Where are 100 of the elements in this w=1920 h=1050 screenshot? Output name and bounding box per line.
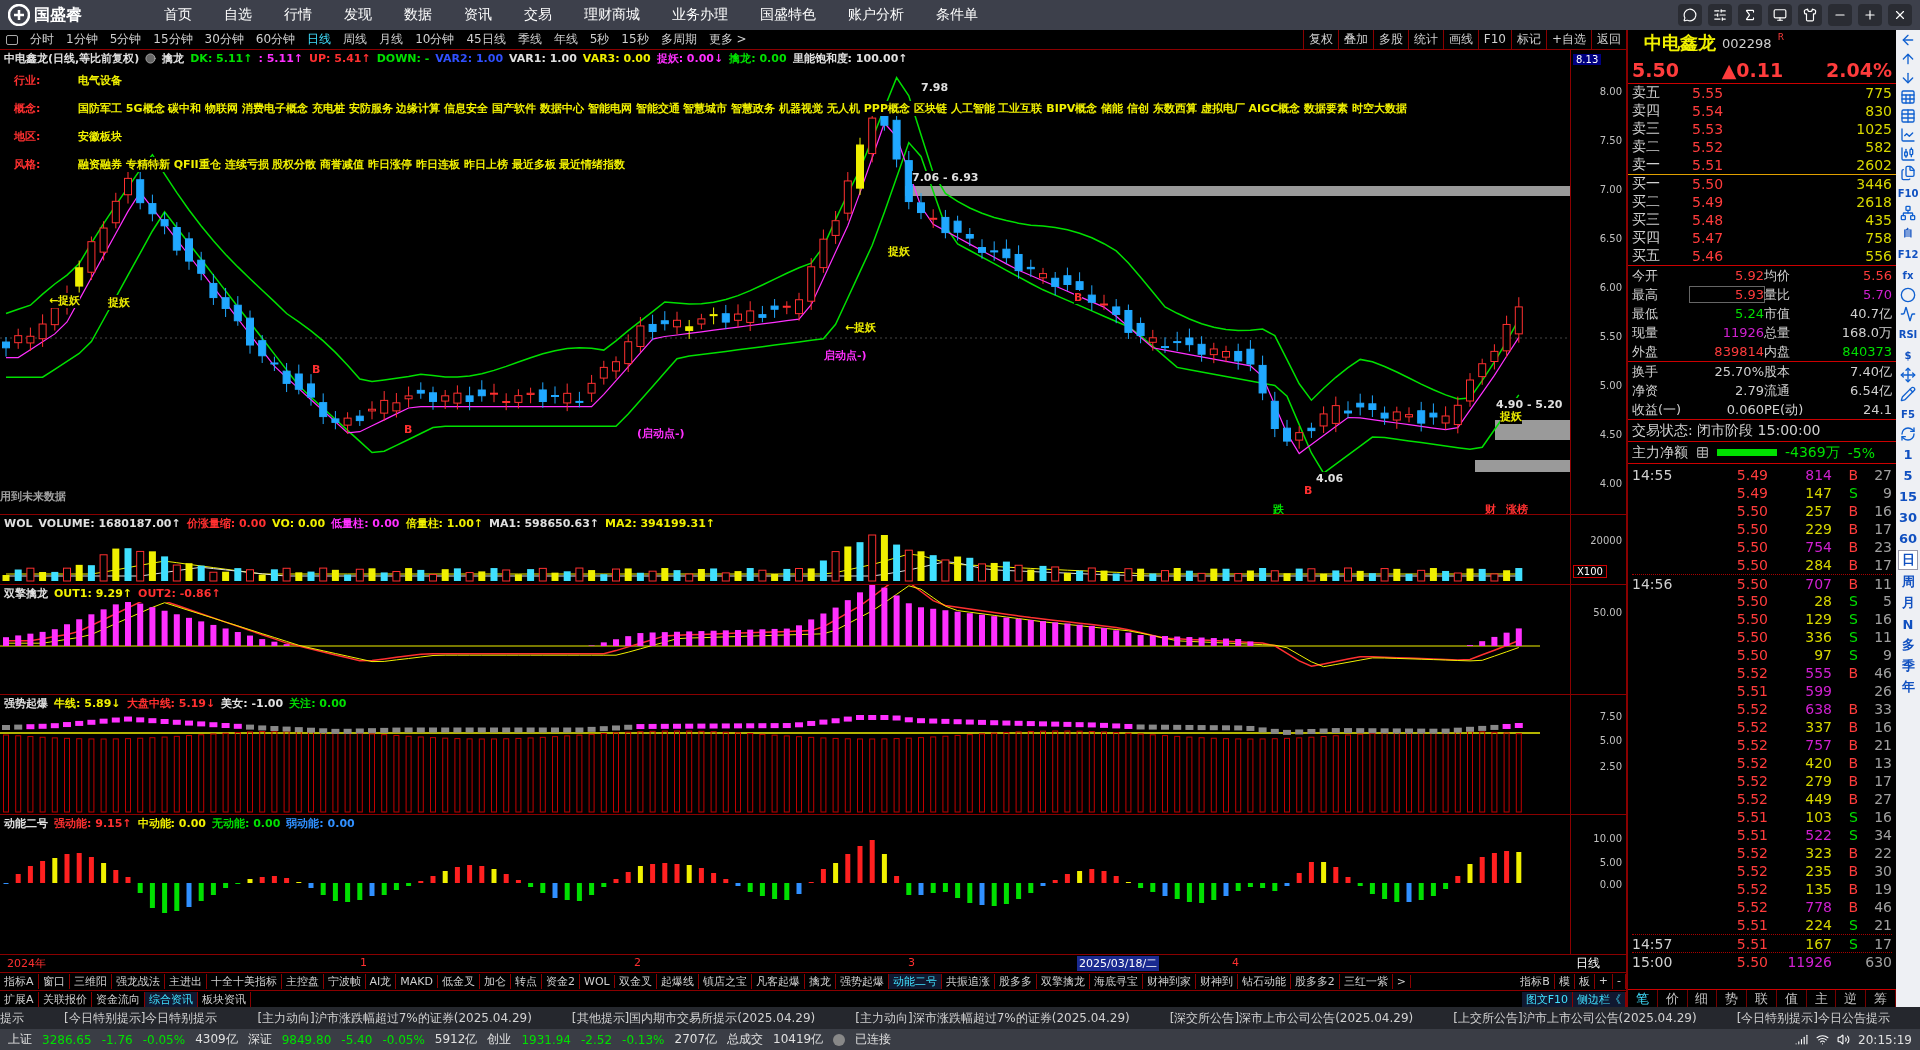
menu-item[interactable]: 业务办理 <box>656 6 744 24</box>
network-icon[interactable] <box>1900 205 1916 221</box>
menu-item[interactable]: 资讯 <box>448 6 508 24</box>
extension-tab[interactable]: 综合资讯 <box>144 991 198 1007</box>
period-tab[interactable]: 更多 > <box>702 31 753 48</box>
period-tab[interactable]: 年线 <box>547 31 584 48</box>
period-tab[interactable]: 45日线 <box>460 31 512 48</box>
indicator-tab[interactable]: - <box>1613 974 1626 989</box>
pencil-icon[interactable] <box>1900 386 1916 402</box>
period-button[interactable]: 5 <box>1898 466 1918 484</box>
period-tab[interactable]: 1分钟 <box>60 31 104 48</box>
indicator-tab[interactable]: 财神到 <box>1195 974 1238 989</box>
menu-item[interactable]: 数据 <box>388 6 448 24</box>
period-tab[interactable]: 15分钟 <box>147 31 199 48</box>
indicator-tab[interactable]: 财神到家 <box>1142 974 1196 989</box>
period-tab[interactable]: 15秒 <box>615 31 655 48</box>
minimize-button[interactable] <box>1828 4 1852 26</box>
menu-item[interactable]: 国盛特色 <box>744 6 832 24</box>
candlestick-icon[interactable] <box>1900 146 1916 162</box>
move-icon[interactable] <box>1900 367 1916 383</box>
indicator-tab[interactable]: 凡客起爆 <box>751 974 805 989</box>
period-tab[interactable]: 季线 <box>511 31 548 48</box>
period-tab[interactable]: 多周期 <box>654 31 703 48</box>
period-button[interactable]: N <box>1898 615 1918 633</box>
indicator-tab[interactable]: 板 <box>1574 974 1595 989</box>
news-item[interactable]: [主力动向]沪市涨跌幅超过7%的证券(2025.04.29) <box>257 1009 532 1027</box>
sigma-button[interactable] <box>1738 4 1762 26</box>
menu-item[interactable]: 行情 <box>268 6 328 24</box>
news-item[interactable]: [主力动向]深市涨跌幅超过7%的证券(2025.04.29) <box>855 1009 1130 1027</box>
side-tool-button[interactable]: fx <box>1898 266 1918 284</box>
indicator-tab[interactable]: AI龙 <box>365 974 397 989</box>
period-tab[interactable]: 10分钟 <box>409 31 461 48</box>
files-icon[interactable] <box>1900 165 1916 181</box>
indicator-tab[interactable]: 低金叉 <box>438 974 480 989</box>
table-icon[interactable] <box>1900 108 1916 124</box>
period-tab[interactable]: 30分钟 <box>198 31 250 48</box>
panel-toggle-icon[interactable] <box>6 34 18 45</box>
index-name[interactable]: 创业 <box>487 1031 512 1048</box>
period-button[interactable]: 周 <box>1898 573 1918 591</box>
indicator-tab[interactable]: 镇店之宝 <box>698 974 752 989</box>
news-item[interactable]: [其他提示]国内期市交易所提示(2025.04.29) <box>571 1009 816 1027</box>
indicator-tab[interactable]: + <box>1594 974 1613 989</box>
menu-item[interactable]: 发现 <box>328 6 388 24</box>
indicator-tab[interactable]: 三维阳 <box>69 974 112 989</box>
side-tool-button[interactable]: RSI <box>1898 325 1918 343</box>
indicator-tab[interactable]: 共振追涨 <box>941 974 995 989</box>
extension-tab[interactable]: 资金流向 <box>91 991 145 1007</box>
period-tab[interactable]: 5秒 <box>583 31 616 48</box>
period-tab[interactable]: 5分钟 <box>103 31 148 48</box>
indicator-tab[interactable]: 擒龙 <box>804 974 836 989</box>
chart-tool-button[interactable]: 多股 <box>1372 30 1408 49</box>
indicator-tab[interactable]: 三红一紫 <box>1339 974 1393 989</box>
refresh-icon[interactable] <box>1900 426 1916 442</box>
period-tab[interactable]: 月线 <box>373 31 410 48</box>
period-button[interactable]: 年 <box>1898 678 1918 696</box>
indicator-tab[interactable]: 起爆线 <box>656 974 699 989</box>
extension-tab[interactable]: 板块资讯 <box>197 991 251 1007</box>
period-tab[interactable]: 60分钟 <box>249 31 302 48</box>
news-item[interactable]: [今日特别提示]今日特别提示 <box>64 1009 218 1027</box>
menu-item[interactable]: 交易 <box>508 6 568 24</box>
indicator-tab[interactable]: 强势起爆 <box>835 974 889 989</box>
indicator-tab[interactable]: 主控盘 <box>281 974 324 989</box>
news-item[interactable]: [深交所公告]深市上市公司公告(2025.04.29) <box>1169 1009 1414 1027</box>
indicator-tab[interactable]: 转点 <box>511 974 542 989</box>
chart-tool-button[interactable]: 统计 <box>1407 30 1443 49</box>
indicator-tab[interactable]: 股多多2 <box>1290 974 1340 989</box>
sheet-icon[interactable] <box>1900 89 1916 105</box>
activity-icon[interactable] <box>1900 306 1916 322</box>
period-button[interactable]: 季 <box>1898 657 1918 675</box>
indicator-tab[interactable]: 钻石动能 <box>1237 974 1291 989</box>
menu-item[interactable]: 自选 <box>208 6 268 24</box>
indicator-tab[interactable]: 宁波帧 <box>323 974 366 989</box>
indicator-tab[interactable]: WOL <box>580 975 615 988</box>
indicator-tab[interactable]: 股多多 <box>994 974 1037 989</box>
chart-tool-button[interactable]: +自选 <box>1545 30 1591 49</box>
indicator-tab[interactable]: 十全十美指标 <box>206 974 282 989</box>
indicator-tab[interactable]: 双擎擒龙 <box>1036 974 1090 989</box>
chart-tool-button[interactable]: 返回 <box>1591 30 1626 49</box>
indicator-tab[interactable]: 动能二号 <box>888 974 942 989</box>
period-button[interactable]: 30 <box>1898 508 1918 526</box>
news-item[interactable]: 提示 <box>0 1009 24 1027</box>
side-tool-button[interactable]: F5 <box>1898 405 1918 423</box>
indicator-tab[interactable]: 海底寻宝 <box>1089 974 1143 989</box>
period-tab[interactable]: 日线 <box>301 31 338 48</box>
indicator-tab[interactable]: 资金2 <box>542 974 580 989</box>
indicator-tab[interactable]: 模 <box>1554 974 1575 989</box>
chart-tool-button[interactable]: 画线 <box>1442 30 1478 49</box>
chat-button[interactable] <box>1678 4 1702 26</box>
menu-item[interactable]: 账户分析 <box>832 6 920 24</box>
monitor-button[interactable] <box>1768 4 1792 26</box>
menu-item[interactable]: 条件单 <box>920 6 994 24</box>
indicator-tab[interactable]: 指标A <box>0 974 39 989</box>
side-tool-button[interactable]: F12 <box>1898 245 1918 263</box>
shirt-button[interactable] <box>1798 4 1822 26</box>
indicator-tab[interactable]: > <box>1392 975 1411 988</box>
chart-tool-button[interactable]: 叠加 <box>1337 30 1373 49</box>
period-button[interactable]: 月 <box>1898 594 1918 612</box>
extension-tab[interactable]: 图文F10 <box>1521 991 1573 1007</box>
period-button[interactable]: 日 <box>1898 550 1918 570</box>
extension-tab[interactable]: 关联报价 <box>38 991 92 1007</box>
